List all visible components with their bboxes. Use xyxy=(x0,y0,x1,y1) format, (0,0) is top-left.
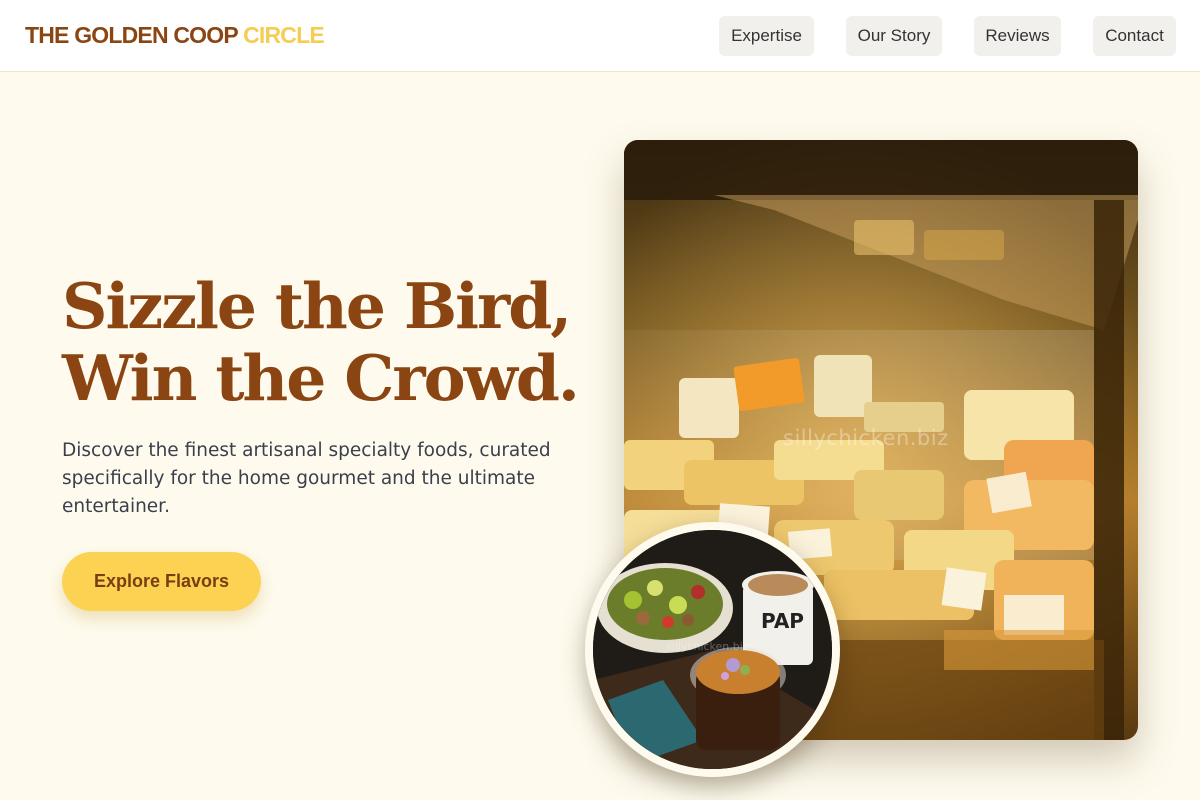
hero-title-line-1: Sizzle the Bird, xyxy=(62,269,572,343)
hero-title-line-2: Win the Crowd. xyxy=(62,341,580,415)
nav-our-story-button[interactable]: Our Story xyxy=(846,16,942,56)
main-photo-watermark: sillychicken.biz xyxy=(783,426,949,450)
site-logo[interactable]: THE GOLDEN COOP CIRCLE xyxy=(25,22,325,49)
logo-accent-text: CIRCLE xyxy=(243,22,325,48)
circle-photo-watermark: sillychicken.biz xyxy=(666,640,749,653)
nav-contact-button[interactable]: Contact xyxy=(1093,16,1176,56)
nav-reviews-button[interactable]: Reviews xyxy=(974,16,1061,56)
explore-flavors-button[interactable]: Explore Flavors xyxy=(62,552,261,611)
hero-title: Sizzle the Bird, Win the Crowd. xyxy=(62,270,602,414)
nav-expertise-button[interactable]: Expertise xyxy=(719,16,814,56)
cup-brand-text: PAP xyxy=(761,609,804,633)
bowl-and-coffee-photo: PAP sillychicken.biz xyxy=(585,522,840,777)
hero-subtitle: Discover the finest artisanal specialty … xyxy=(62,440,551,517)
logo-main-text: THE GOLDEN COOP xyxy=(25,22,238,48)
site-header: THE GOLDEN COOP CIRCLE Expertise Our Sto… xyxy=(0,0,1200,72)
